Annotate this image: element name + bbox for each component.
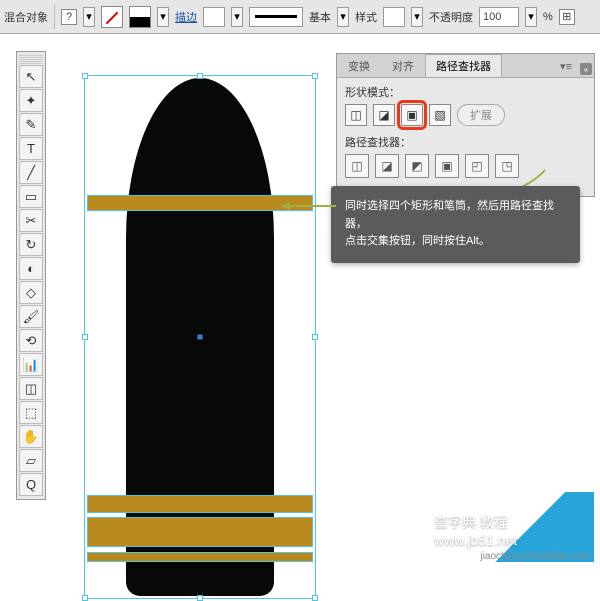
- stroke-style-label: 基本: [309, 9, 331, 25]
- panel-grip-icon[interactable]: [19, 55, 43, 64]
- unite-button[interactable]: ◫: [345, 104, 367, 126]
- tab-pathfinder[interactable]: 路径查找器: [425, 54, 502, 77]
- expand-button[interactable]: 扩展: [457, 104, 505, 126]
- watermark: 查字典 教程www.jb51.net jiaocheng.chazidian.c…: [434, 462, 594, 562]
- handle-bl[interactable]: [82, 595, 88, 601]
- mesh-tool[interactable]: 📊: [19, 353, 43, 376]
- blend-label: 混合对象: [4, 9, 48, 25]
- handle-tc[interactable]: [197, 73, 203, 79]
- direct-selection-tool[interactable]: ✦: [19, 89, 43, 112]
- opacity-field[interactable]: 100: [479, 7, 519, 27]
- rect-stripe-4[interactable]: [87, 552, 313, 562]
- separator: [54, 5, 55, 29]
- rect-stripe-3[interactable]: [87, 517, 313, 547]
- gradient-tool[interactable]: ◫: [19, 377, 43, 400]
- handle-br[interactable]: [312, 595, 318, 601]
- callout-arrow-shape: [274, 198, 344, 214]
- graph-tool[interactable]: ⟲: [19, 329, 43, 352]
- symbol-tool[interactable]: 🖌: [19, 305, 43, 328]
- eyedropper-tool[interactable]: ⬚: [19, 401, 43, 424]
- merge-button[interactable]: ◩: [405, 154, 429, 178]
- fill-dropdown-2[interactable]: ▾: [157, 7, 169, 27]
- doc-setup-icon[interactable]: ⊞: [559, 9, 575, 25]
- fill-swatch-none[interactable]: [101, 6, 123, 28]
- help-icon[interactable]: ?: [61, 9, 77, 25]
- handle-ml[interactable]: [82, 334, 88, 340]
- intersect-button[interactable]: ▣: [401, 104, 423, 126]
- tools-panel[interactable]: ↖ ✦ ✎ T ╱ ▭ ✂ ↻ ◐ ◇ 🖌 ⟲ 📊 ◫ ⬚ ✋ ▱ Q: [16, 51, 46, 500]
- crop-button[interactable]: ▣: [435, 154, 459, 178]
- opacity-unit: %: [543, 11, 553, 23]
- watermark-url: jiaocheng.chazidian.com: [480, 551, 590, 562]
- style-field[interactable]: [383, 7, 405, 27]
- style-label: 样式: [355, 9, 377, 25]
- hand-tool[interactable]: ✋: [19, 425, 43, 448]
- rectangle-tool[interactable]: ▭: [19, 185, 43, 208]
- opacity-dropdown[interactable]: ▾: [525, 7, 537, 27]
- panel-menu-icon[interactable]: ▾≡: [554, 56, 578, 77]
- pathfinder-label: 路径查找器：: [345, 134, 586, 150]
- selection-bounds: [84, 75, 316, 599]
- instruction-tooltip: 同时选择四个矩形和笔筒，然后用路径查找器， 点击交集按钮，同时按住Alt。: [331, 186, 580, 263]
- handle-tr[interactable]: [312, 73, 318, 79]
- handle-tl[interactable]: [82, 73, 88, 79]
- type-tool[interactable]: T: [19, 137, 43, 160]
- handle-bc[interactable]: [197, 595, 203, 601]
- zoom-tool[interactable]: Q: [19, 473, 43, 496]
- stroke-preview[interactable]: [249, 7, 303, 27]
- minus-front-button[interactable]: ◪: [373, 104, 395, 126]
- opacity-label: 不透明度: [429, 9, 473, 25]
- fill-dropdown[interactable]: ▾: [83, 7, 95, 27]
- options-bar: 混合对象 ? ▾ ▾ 描边 ▾ 基本 ▾ 样式 ▾ 不透明度 100 ▾ % ⊞: [0, 0, 600, 34]
- slice-tool[interactable]: ▱: [19, 449, 43, 472]
- warp-tool[interactable]: ◐: [19, 257, 43, 280]
- trim-button[interactable]: ◪: [375, 154, 399, 178]
- shape-mode-label: 形状模式：: [345, 84, 586, 100]
- fill-swatch-gradient[interactable]: [129, 6, 151, 28]
- stroke-link[interactable]: 描边: [175, 9, 197, 25]
- tab-align[interactable]: 对齐: [381, 54, 425, 77]
- style-dropdown[interactable]: ▾: [411, 7, 423, 27]
- handle-mr[interactable]: [312, 334, 318, 340]
- watermark-text: 查字典 教程www.jb51.net: [434, 512, 590, 548]
- tooltip-line-1: 同时选择四个矩形和笔筒，然后用路径查找器，: [345, 198, 566, 233]
- stroke-weight-dropdown[interactable]: ▾: [231, 7, 243, 27]
- panel-close-icon[interactable]: «: [580, 63, 592, 75]
- free-transform-tool[interactable]: ◇: [19, 281, 43, 304]
- selection-center-icon: [198, 335, 203, 340]
- scissors-tool[interactable]: ✂: [19, 209, 43, 232]
- tooltip-line-2: 点击交集按钮，同时按住Alt。: [345, 233, 566, 251]
- selection-tool[interactable]: ↖: [19, 65, 43, 88]
- stroke-weight-field[interactable]: [203, 7, 225, 27]
- tab-transform[interactable]: 变换: [337, 54, 381, 77]
- exclude-button[interactable]: ▧: [429, 104, 451, 126]
- pen-tool[interactable]: ✎: [19, 113, 43, 136]
- divide-button[interactable]: ◫: [345, 154, 369, 178]
- line-tool[interactable]: ╱: [19, 161, 43, 184]
- rotate-tool[interactable]: ↻: [19, 233, 43, 256]
- rect-stripe-2[interactable]: [87, 495, 313, 513]
- stroke-style-dropdown[interactable]: ▾: [337, 7, 349, 27]
